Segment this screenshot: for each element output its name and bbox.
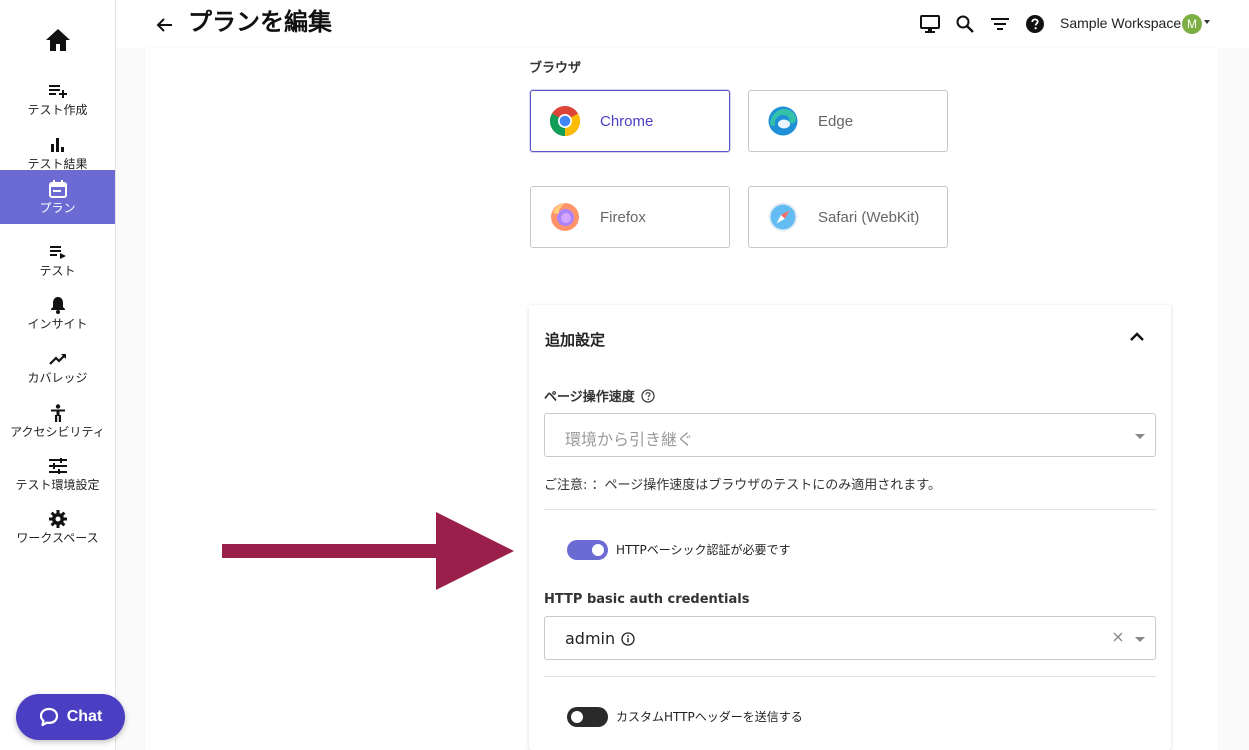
- custom-headers-toggle-label: カスタムHTTPヘッダーを送信する: [616, 710, 803, 724]
- credentials-label: HTTP basic auth credentials: [544, 592, 750, 607]
- sidebar-item-workspace[interactable]: ワークスペース: [0, 500, 115, 554]
- sidebar-item-insight[interactable]: インサイト: [0, 286, 115, 340]
- page-speed-note: ご注意: ：ページ操作速度はブラウザのテストにのみ適用されます。: [544, 478, 941, 493]
- toggle-knob: [571, 711, 583, 723]
- playlist-add-icon: [48, 81, 68, 101]
- sidebar-item-label: テスト作成: [27, 103, 88, 117]
- browser-name: Chrome: [600, 112, 654, 130]
- annotation-arrow-icon: [222, 512, 514, 590]
- sidebar-item-coverage[interactable]: カバレッジ: [0, 340, 115, 394]
- browser-option-safari[interactable]: Safari (WebKit): [748, 186, 948, 248]
- info-icon[interactable]: [621, 631, 635, 646]
- credentials-value-wrap: admin: [565, 629, 635, 648]
- browser-name: Safari (WebKit): [818, 208, 920, 226]
- sidebar-item-plan[interactable]: プラン: [0, 170, 115, 224]
- chat-bubble-icon: [39, 707, 58, 727]
- bell-icon: [48, 295, 68, 315]
- sliders-icon: [48, 456, 68, 476]
- sidebar-item-label: カバレッジ: [27, 371, 88, 385]
- dropdown-caret-icon: [1135, 434, 1145, 439]
- workspace-dropdown-caret-icon[interactable]: [1204, 20, 1210, 24]
- credentials-value: admin: [565, 629, 616, 648]
- sidebar-item-create-test[interactable]: テスト作成: [0, 72, 115, 126]
- page-title: プランを編集: [188, 8, 332, 36]
- additional-settings-card: 追加設定 ページ操作速度 環境から引き継ぐ ご注意: ：ページ操作速度はブラウザ…: [529, 305, 1171, 750]
- credentials-select[interactable]: admin: [544, 616, 1156, 660]
- monitor-icon[interactable]: [919, 13, 941, 35]
- workspace-name[interactable]: Sample Workspace: [1060, 15, 1181, 31]
- sidebar-item-label: テスト: [39, 264, 76, 278]
- sidebar-item-label: テスト結果: [27, 157, 88, 171]
- sidebar-item-accessibility[interactable]: アクセシビリティ: [0, 394, 115, 448]
- toggle-knob: [592, 544, 604, 556]
- sidebar-item-label: アクセシビリティ: [10, 425, 105, 439]
- firefox-logo-icon: [551, 203, 579, 231]
- chat-label: Chat: [66, 708, 103, 725]
- clear-icon[interactable]: [1113, 632, 1123, 642]
- browser-name: Edge: [818, 112, 854, 130]
- playlist-play-icon: [48, 242, 68, 262]
- sidebar-item-label: インサイト: [27, 317, 88, 331]
- chevron-up-icon[interactable]: [1129, 331, 1145, 343]
- dropdown-caret-icon[interactable]: [1135, 637, 1145, 642]
- additional-settings-title: 追加設定: [545, 331, 606, 349]
- basic-auth-toggle-label: HTTPベーシック認証が必要です: [616, 543, 791, 557]
- sidebar-item-label: プラン: [39, 201, 76, 215]
- browser-name: Firefox: [600, 208, 646, 226]
- search-icon[interactable]: [954, 13, 976, 35]
- basic-auth-toggle[interactable]: [567, 540, 608, 560]
- help-icon[interactable]: [1024, 13, 1046, 35]
- back-arrow-icon[interactable]: [156, 16, 174, 34]
- gear-icon: [48, 509, 68, 529]
- trending-up-icon: [48, 349, 68, 369]
- help-outline-icon[interactable]: [641, 388, 655, 403]
- browser-option-edge[interactable]: Edge: [748, 90, 948, 152]
- browser-option-firefox[interactable]: Firefox: [530, 186, 730, 248]
- browser-option-chrome[interactable]: Chrome: [530, 90, 730, 152]
- page-speed-label: ページ操作速度: [544, 386, 655, 405]
- custom-headers-toggle[interactable]: [567, 707, 608, 727]
- sidebar-item-tests[interactable]: テスト: [0, 233, 115, 287]
- home-button[interactable]: [0, 20, 115, 60]
- chat-button[interactable]: Chat: [16, 694, 125, 740]
- home-icon: [45, 29, 70, 51]
- sidebar-item-env-settings[interactable]: テスト環境設定: [0, 447, 115, 501]
- top-header: プランを編集 Sample Workspace M: [116, 0, 1249, 48]
- accessibility-icon: [48, 403, 68, 423]
- edge-logo-icon: [768, 106, 798, 136]
- page-speed-select[interactable]: 環境から引き継ぐ: [544, 413, 1156, 457]
- sidebar-item-label: ワークスペース: [16, 531, 99, 545]
- divider: [544, 676, 1156, 677]
- sidebar: テスト作成 テスト結果 プラン テスト インサイト カバレッジ アクセシビリティ…: [0, 0, 125, 750]
- chrome-logo-icon: [549, 106, 581, 136]
- calendar-icon: [48, 179, 68, 199]
- divider: [544, 509, 1156, 510]
- safari-logo-icon: [768, 202, 798, 232]
- sidebar-item-label: テスト環境設定: [15, 478, 100, 492]
- page-speed-placeholder: 環境から引き継ぐ: [565, 430, 694, 449]
- filter-icon[interactable]: [989, 13, 1011, 35]
- browser-section-label: ブラウザ: [529, 61, 582, 76]
- avatar[interactable]: M: [1182, 14, 1202, 34]
- bar-chart-icon: [48, 135, 68, 155]
